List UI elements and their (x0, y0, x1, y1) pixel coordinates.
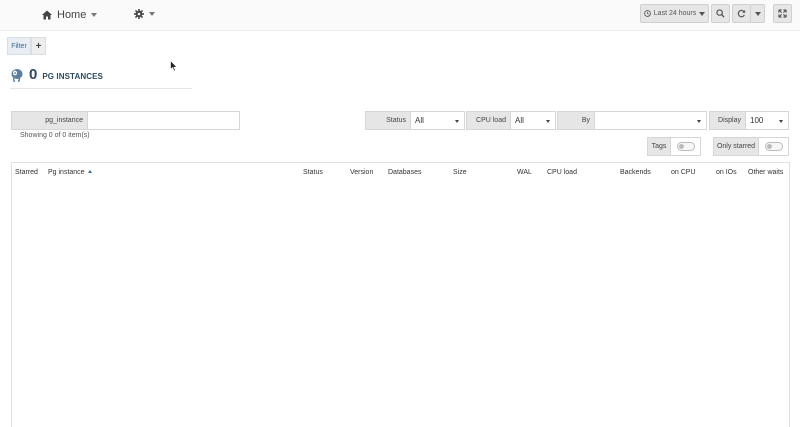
only-starred-toggle[interactable] (765, 142, 783, 151)
clock-icon (643, 10, 651, 17)
time-range-picker[interactable]: Last 24 hours (640, 4, 709, 23)
showing-count-text: Showing 0 of 0 item(s) (20, 132, 90, 139)
display-label: Display (709, 111, 746, 130)
by-label: By (557, 111, 595, 130)
display-select[interactable]: 100 (745, 111, 789, 130)
column-header-starred[interactable]: Starred (15, 169, 38, 176)
cpu-load-label: CPU load (466, 111, 511, 130)
home-label: Home (57, 9, 87, 21)
chevron-down-icon (754, 11, 761, 16)
filter-tab[interactable]: Filter (7, 37, 31, 55)
home-icon (42, 10, 52, 20)
time-range-label: Last 24 hours (653, 10, 697, 17)
column-header-wal[interactable]: WAL (517, 169, 532, 176)
zoom-button[interactable] (711, 4, 730, 23)
tags-label: Tags (647, 137, 671, 156)
postgresql-icon (11, 68, 23, 82)
instances-count: 0 (29, 66, 38, 83)
divider (10, 88, 192, 89)
column-header-on-cpu[interactable]: on CPU (671, 169, 696, 176)
search-icon (716, 9, 725, 18)
column-header-status[interactable]: Status (303, 169, 323, 176)
chevron-down-icon (697, 120, 701, 123)
column-header-cpu-load[interactable]: CPU load (547, 169, 577, 176)
chevron-down-icon (699, 11, 706, 16)
pg-instance-label: pg_instance (11, 111, 88, 130)
column-header-pg-instance-label: Pg instance (48, 169, 85, 176)
top-navbar: Home Last 24 hours (0, 0, 800, 31)
home-menu[interactable]: Home (42, 9, 98, 21)
tags-toggle-container (670, 137, 701, 156)
only-starred-toggle-container (758, 137, 789, 156)
column-header-databases[interactable]: Databases (388, 169, 421, 176)
column-header-backends[interactable]: Backends (620, 169, 651, 176)
mouse-cursor-icon (170, 60, 178, 72)
instances-summary: 0 PG INSTANCES (10, 66, 103, 83)
refresh-interval-dropdown[interactable] (750, 4, 765, 23)
chevron-down-icon (149, 12, 155, 16)
sort-ascending-icon (87, 170, 92, 173)
settings-menu[interactable] (134, 9, 155, 19)
only-starred-label: Only starred (713, 137, 759, 156)
refresh-button[interactable] (732, 4, 751, 23)
column-header-size[interactable]: Size (453, 169, 467, 176)
chevron-down-icon (91, 13, 98, 17)
chevron-down-icon (455, 120, 459, 123)
tags-toggle[interactable] (677, 142, 695, 151)
gear-icon (134, 9, 144, 19)
expand-icon (778, 9, 787, 18)
column-header-pg-instance[interactable]: Pg instance (48, 169, 92, 176)
fullscreen-button[interactable] (773, 4, 792, 23)
instances-table: Starred Pg instance Status Version Datab… (11, 162, 790, 427)
status-select-value: All (415, 116, 424, 125)
status-label: Status (365, 111, 411, 130)
column-header-version[interactable]: Version (350, 169, 373, 176)
add-filter-button[interactable]: + (31, 37, 46, 55)
column-header-other-waits[interactable]: Other waits (748, 169, 783, 176)
cpu-load-select-value: All (515, 116, 524, 125)
cpu-load-select[interactable]: All (510, 111, 556, 130)
chevron-down-icon (779, 120, 783, 123)
display-select-value: 100 (750, 116, 764, 125)
column-header-on-ios[interactable]: on IOs (716, 169, 737, 176)
pg-instance-search-input[interactable] (87, 111, 240, 130)
chevron-down-icon (546, 120, 550, 123)
status-select[interactable]: All (410, 111, 465, 130)
refresh-icon (737, 9, 746, 18)
instances-label: PG INSTANCES (42, 71, 103, 81)
by-select[interactable] (594, 111, 707, 130)
